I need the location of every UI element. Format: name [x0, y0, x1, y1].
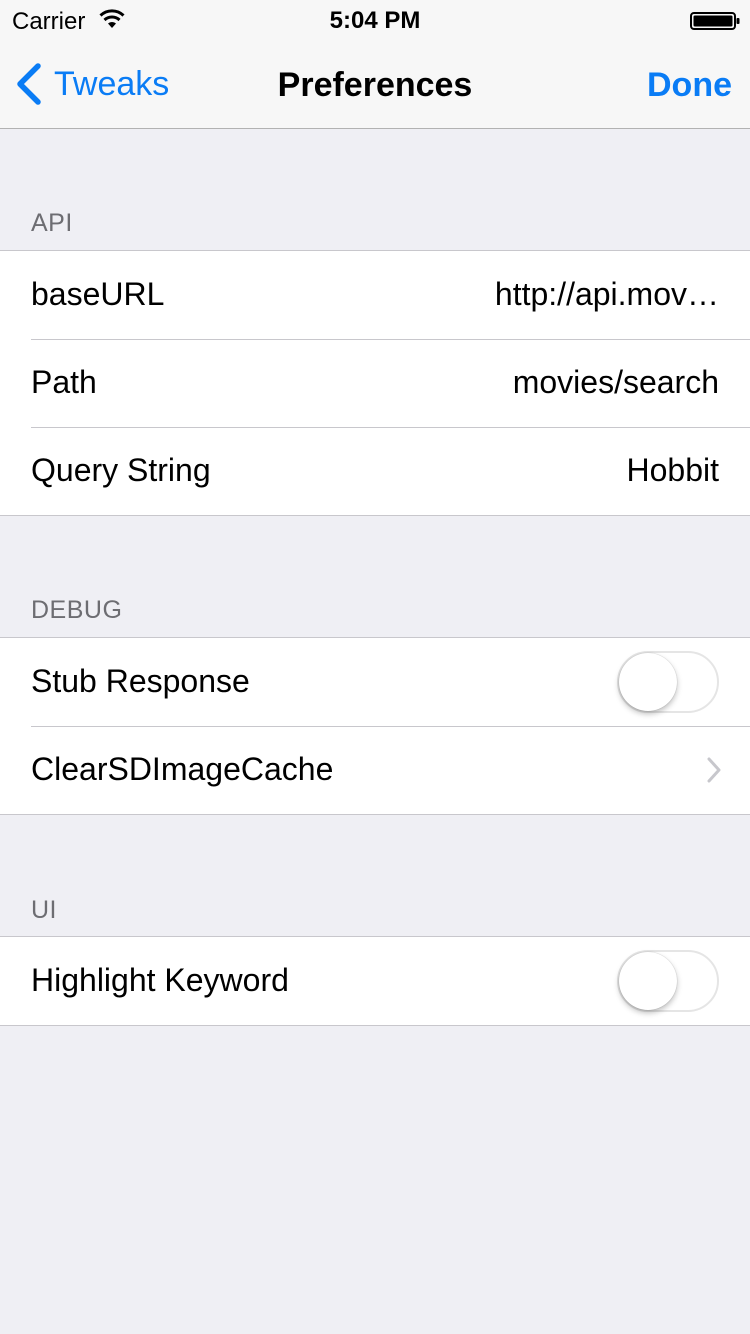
preferences-screen: Carrier 5:04 PM Tweaks Preferences Done …	[0, 0, 750, 1334]
section-header-ui: UI	[31, 896, 57, 924]
row-value: movies/search	[512, 364, 719, 400]
section-ui: Highlight Keyword	[0, 936, 750, 1026]
done-button[interactable]: Done	[647, 66, 732, 105]
row-base-url[interactable]: baseURL http://api.mov…	[0, 251, 750, 339]
section-header-debug: DEBUG	[31, 596, 123, 624]
status-time: 5:04 PM	[329, 7, 421, 34]
row-path[interactable]: Path movies/search	[0, 339, 750, 427]
battery-icon	[690, 12, 740, 30]
row-label: Path	[31, 364, 97, 400]
status-bar: Carrier 5:04 PM	[0, 0, 750, 40]
section-header-api: API	[31, 209, 73, 237]
chevron-right-icon	[707, 757, 721, 783]
section-debug: Stub Response ClearSDImageCache	[0, 637, 750, 815]
top-bar: Carrier 5:04 PM Tweaks Preferences Done	[0, 0, 750, 129]
row-label: baseURL	[31, 276, 165, 312]
row-label: Query String	[31, 452, 211, 488]
page-title: Preferences	[277, 66, 473, 104]
row-highlight-keyword: Highlight Keyword	[0, 937, 750, 1025]
row-query-string[interactable]: Query String Hobbit	[0, 427, 750, 515]
stub-response-toggle[interactable]	[617, 651, 719, 713]
toggle-knob	[619, 653, 677, 711]
toggle-knob	[619, 952, 677, 1010]
row-clear-sd-image-cache[interactable]: ClearSDImageCache	[0, 726, 750, 814]
row-stub-response: Stub Response	[0, 638, 750, 726]
row-value: Hobbit	[626, 452, 720, 488]
row-label: ClearSDImageCache	[31, 751, 334, 787]
row-value: http://api.mov…	[494, 276, 719, 312]
row-label: Highlight Keyword	[31, 962, 289, 998]
highlight-keyword-toggle[interactable]	[617, 950, 719, 1012]
section-api: baseURL http://api.mov… Path movies/sear…	[0, 250, 750, 516]
navigation-bar: Tweaks Preferences Done	[0, 40, 750, 129]
row-label: Stub Response	[31, 663, 250, 699]
